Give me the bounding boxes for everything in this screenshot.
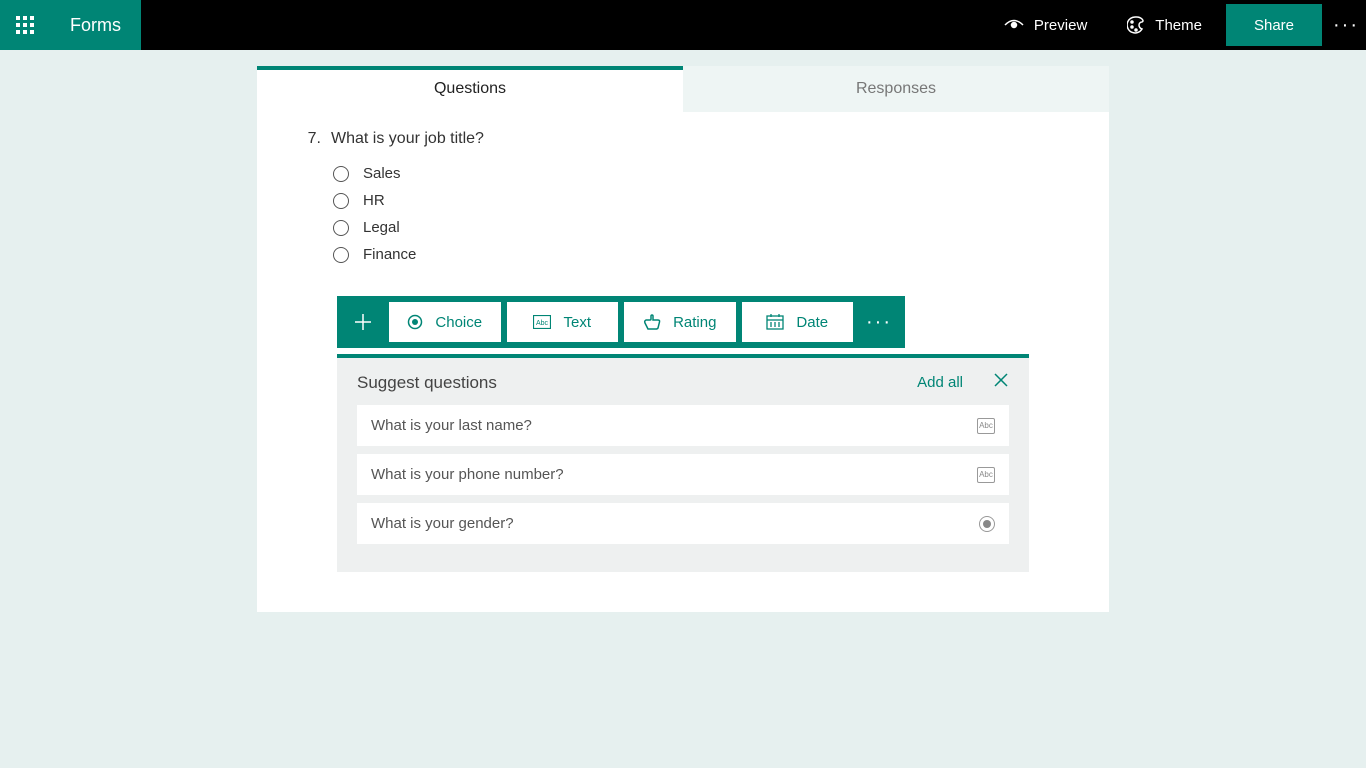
add-rating-button[interactable]: Rating: [624, 302, 736, 342]
text-icon: Abc: [533, 315, 551, 329]
add-more-types-button[interactable]: ···: [859, 311, 899, 334]
eye-icon: [1004, 18, 1024, 32]
suggest-close-button[interactable]: [993, 372, 1009, 393]
app-header: Forms Preview Theme Share ···: [0, 0, 1366, 50]
close-icon: [993, 372, 1009, 388]
question-text: What is your job title?: [331, 130, 484, 148]
choice-type-icon: [979, 516, 995, 532]
add-text-button[interactable]: Abc Text: [507, 302, 619, 342]
suggest-questions-panel: Suggest questions Add all What is your l…: [337, 354, 1029, 572]
header-more-button[interactable]: ···: [1326, 0, 1366, 50]
radio-icon: [333, 193, 349, 209]
suggest-title: Suggest questions: [357, 373, 917, 393]
add-choice-label: Choice: [435, 314, 482, 331]
option-label: Legal: [363, 219, 400, 236]
question-number: 7.: [307, 130, 321, 148]
question-7[interactable]: 7. What is your job title?: [307, 130, 1059, 148]
option-label: HR: [363, 192, 385, 209]
tab-responses[interactable]: Responses: [683, 66, 1109, 112]
add-date-label: Date: [796, 314, 828, 331]
option-label: Finance: [363, 246, 416, 263]
preview-button[interactable]: Preview: [984, 0, 1107, 50]
suggested-question-label: What is your phone number?: [371, 466, 977, 483]
radio-icon: [333, 220, 349, 236]
suggested-question-label: What is your last name?: [371, 417, 977, 434]
add-rating-label: Rating: [673, 314, 716, 331]
share-button[interactable]: Share: [1226, 4, 1322, 46]
add-date-button[interactable]: Date: [742, 302, 854, 342]
add-text-label: Text: [563, 314, 591, 331]
ellipsis-icon: ···: [866, 311, 892, 334]
date-icon: [766, 314, 784, 330]
theme-button[interactable]: Theme: [1107, 0, 1222, 50]
tab-questions[interactable]: Questions: [257, 66, 683, 112]
option-finance[interactable]: Finance: [333, 241, 1059, 268]
text-type-icon: Abc: [977, 467, 995, 483]
add-question-toolbar: Choice Abc Text Rating: [337, 296, 905, 348]
suggest-header: Suggest questions Add all: [357, 372, 1009, 393]
form-canvas: Questions Responses 7. What is your job …: [257, 66, 1109, 612]
add-choice-button[interactable]: Choice: [389, 302, 501, 342]
waffle-icon: [16, 16, 34, 34]
suggested-question-2[interactable]: What is your phone number? Abc: [357, 454, 1009, 495]
svg-text:Abc: Abc: [536, 320, 549, 327]
choice-icon: [407, 314, 423, 330]
tabs-row: Questions Responses: [257, 66, 1109, 112]
radio-icon: [333, 247, 349, 263]
form-body: 7. What is your job title? Sales HR Lega…: [257, 112, 1109, 612]
radio-icon: [333, 166, 349, 182]
tab-responses-label: Responses: [856, 80, 936, 97]
add-question-plus[interactable]: [343, 312, 383, 332]
question-options: Sales HR Legal Finance: [333, 160, 1059, 268]
option-label: Sales: [363, 165, 401, 182]
text-type-icon: Abc: [977, 418, 995, 434]
app-name[interactable]: Forms: [50, 0, 141, 50]
preview-label: Preview: [1034, 17, 1087, 34]
suggested-question-3[interactable]: What is your gender?: [357, 503, 1009, 544]
share-label: Share: [1254, 17, 1294, 34]
palette-icon: [1127, 16, 1145, 34]
app-launcher-button[interactable]: [0, 0, 50, 50]
ellipsis-icon: ···: [1333, 14, 1359, 37]
option-legal[interactable]: Legal: [333, 214, 1059, 241]
plus-icon: [353, 312, 373, 332]
rating-icon: [643, 314, 661, 330]
theme-label: Theme: [1155, 17, 1202, 34]
suggested-question-1[interactable]: What is your last name? Abc: [357, 405, 1009, 446]
suggested-question-label: What is your gender?: [371, 515, 979, 532]
option-sales[interactable]: Sales: [333, 160, 1059, 187]
suggest-add-all-button[interactable]: Add all: [917, 374, 963, 391]
option-hr[interactable]: HR: [333, 187, 1059, 214]
tab-questions-label: Questions: [434, 80, 506, 97]
